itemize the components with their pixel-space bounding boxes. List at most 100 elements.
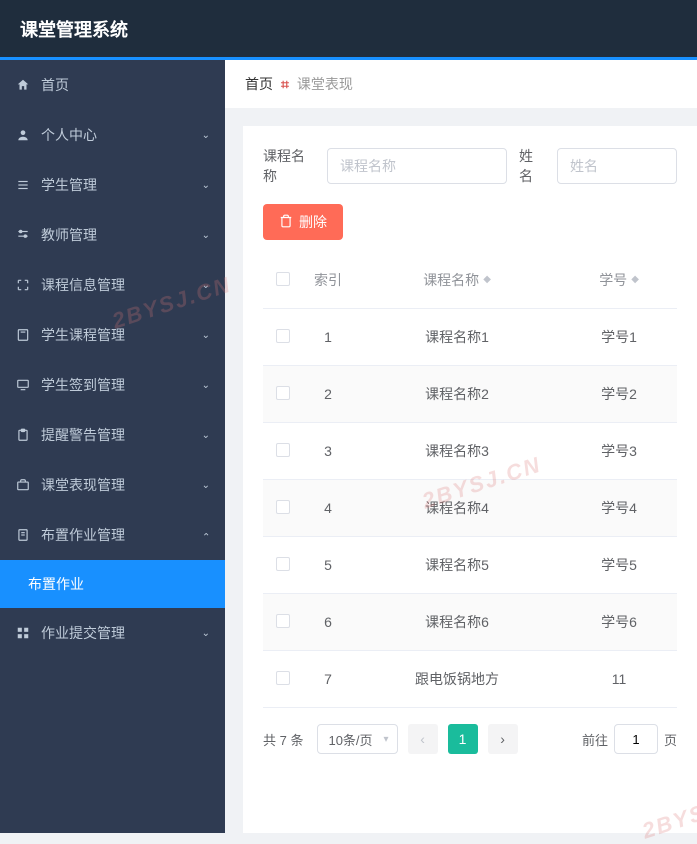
- sidebar-item-0[interactable]: 首页: [0, 60, 225, 110]
- cell-index: 5: [303, 537, 353, 594]
- sidebar-item-label: 教师管理: [41, 225, 202, 245]
- row-checkbox[interactable]: [276, 386, 290, 400]
- book-icon: [15, 327, 31, 343]
- chevron-down-icon: ⌄: [202, 180, 210, 191]
- cell-index: 2: [303, 366, 353, 423]
- row-checkbox[interactable]: [276, 329, 290, 343]
- list-icon: [15, 177, 31, 193]
- sidebar-item-10[interactable]: 作业提交管理⌄: [0, 608, 225, 658]
- table-row: 3课程名称3学号3: [263, 423, 677, 480]
- sidebar-item-5[interactable]: 学生课程管理⌄: [0, 310, 225, 360]
- sidebar-item-1[interactable]: 个人中心⌄: [0, 110, 225, 160]
- trash-icon: [279, 214, 293, 231]
- col-sno[interactable]: 学号: [599, 270, 627, 290]
- row-checkbox[interactable]: [276, 500, 290, 514]
- page-size-select[interactable]: 10条/页: [317, 724, 397, 754]
- sidebar-item-label: 学生管理: [41, 175, 202, 195]
- main-area: 首页 ⌗ 课堂表现 课程名称 姓名 删除: [225, 60, 697, 833]
- sidebar-item-6[interactable]: 学生签到管理⌄: [0, 360, 225, 410]
- jump-suffix: 页: [664, 730, 677, 749]
- cell-index: 6: [303, 594, 353, 651]
- chevron-down-icon: ⌄: [202, 130, 210, 141]
- sidebar-item-3[interactable]: 教师管理⌄: [0, 210, 225, 260]
- chevron-down-icon: ⌄: [202, 280, 210, 291]
- user-icon: [15, 127, 31, 143]
- prev-page-button[interactable]: ‹: [408, 724, 438, 754]
- table-row: 7跟电饭锅地方11: [263, 651, 677, 708]
- sidebar-item-8[interactable]: 课堂表现管理⌄: [0, 460, 225, 510]
- cell-sno: 学号1: [561, 309, 677, 366]
- delete-button[interactable]: 删除: [263, 204, 343, 240]
- col-course[interactable]: 课程名称: [423, 270, 479, 290]
- filter-name-input[interactable]: [557, 148, 677, 184]
- sidebar-subitem[interactable]: 布置作业: [0, 560, 225, 608]
- delete-label: 删除: [299, 212, 327, 232]
- filter-row: 课程名称 姓名: [263, 146, 677, 186]
- cell-course: 课程名称2: [353, 366, 561, 423]
- table-row: 4课程名称4学号4: [263, 480, 677, 537]
- sidebar-item-label: 课程信息管理: [41, 275, 202, 295]
- chevron-down-icon: ⌄: [202, 430, 210, 441]
- sidebar-item-2[interactable]: 学生管理⌄: [0, 160, 225, 210]
- table-row: 2课程名称2学号2: [263, 366, 677, 423]
- chevron-down-icon: ⌄: [202, 628, 210, 639]
- breadcrumb-home[interactable]: 首页: [245, 74, 273, 94]
- sidebar-item-label: 作业提交管理: [41, 623, 202, 643]
- cell-sno: 学号6: [561, 594, 677, 651]
- sidebar-item-9[interactable]: 布置作业管理⌄: [0, 510, 225, 560]
- sliders-icon: [15, 227, 31, 243]
- chevron-down-icon: ⌄: [202, 330, 210, 341]
- grid-icon: [15, 625, 31, 641]
- col-index: 索引: [314, 270, 342, 290]
- monitor-icon: [15, 377, 31, 393]
- clipboard-icon: [15, 427, 31, 443]
- table-row: 5课程名称5学号5: [263, 537, 677, 594]
- chevron-down-icon: ⌄: [202, 230, 210, 241]
- cell-course: 课程名称1: [353, 309, 561, 366]
- cell-course: 课程名称5: [353, 537, 561, 594]
- next-page-button[interactable]: ›: [488, 724, 518, 754]
- pagination-total: 共 7 条: [263, 730, 303, 749]
- cell-sno: 学号5: [561, 537, 677, 594]
- row-checkbox[interactable]: [276, 557, 290, 571]
- sort-icon[interactable]: ◆: [631, 275, 639, 285]
- sidebar-item-label: 提醒警告管理: [41, 425, 202, 445]
- sidebar-item-7[interactable]: 提醒警告管理⌄: [0, 410, 225, 460]
- sidebar-item-label: 布置作业管理: [41, 525, 202, 545]
- filter-course-input[interactable]: [327, 148, 507, 184]
- jump-page-input[interactable]: [614, 724, 658, 754]
- chevron-right-icon: ›: [500, 731, 505, 747]
- sidebar-item-4[interactable]: 课程信息管理⌄: [0, 260, 225, 310]
- select-all-checkbox[interactable]: [276, 272, 290, 286]
- cell-sno: 学号4: [561, 480, 677, 537]
- data-table: 索引 课程名称◆ 学号◆ 1课程名称1学号12课程名称2学号23课程名称3学号3…: [263, 252, 677, 708]
- breadcrumb-icon: ⌗: [281, 76, 289, 93]
- cell-course: 课程名称4: [353, 480, 561, 537]
- cell-index: 4: [303, 480, 353, 537]
- row-checkbox[interactable]: [276, 443, 290, 457]
- cell-course: 课程名称3: [353, 423, 561, 480]
- cell-index: 1: [303, 309, 353, 366]
- table-row: 6课程名称6学号6: [263, 594, 677, 651]
- cell-sno: 11: [561, 651, 677, 708]
- cell-course: 课程名称6: [353, 594, 561, 651]
- chevron-down-icon: ⌄: [202, 530, 210, 541]
- sidebar-item-label: 个人中心: [41, 125, 202, 145]
- sidebar: 首页个人中心⌄学生管理⌄教师管理⌄课程信息管理⌄学生课程管理⌄学生签到管理⌄提醒…: [0, 60, 225, 833]
- pagination: 共 7 条 10条/页 ‹ 1 › 前往 页: [263, 708, 677, 754]
- fullscreen-icon: [15, 277, 31, 293]
- cell-sno: 学号3: [561, 423, 677, 480]
- cell-index: 7: [303, 651, 353, 708]
- chevron-down-icon: ⌄: [202, 480, 210, 491]
- cell-sno: 学号2: [561, 366, 677, 423]
- table-row: 1课程名称1学号1: [263, 309, 677, 366]
- page-number-button[interactable]: 1: [448, 724, 478, 754]
- row-checkbox[interactable]: [276, 671, 290, 685]
- row-checkbox[interactable]: [276, 614, 290, 628]
- jump-prefix: 前往: [582, 730, 608, 749]
- sort-icon[interactable]: ◆: [483, 275, 491, 285]
- chevron-down-icon: ⌄: [202, 380, 210, 391]
- cell-index: 3: [303, 423, 353, 480]
- chevron-left-icon: ‹: [420, 731, 425, 747]
- app-title: 课堂管理系统: [20, 16, 128, 42]
